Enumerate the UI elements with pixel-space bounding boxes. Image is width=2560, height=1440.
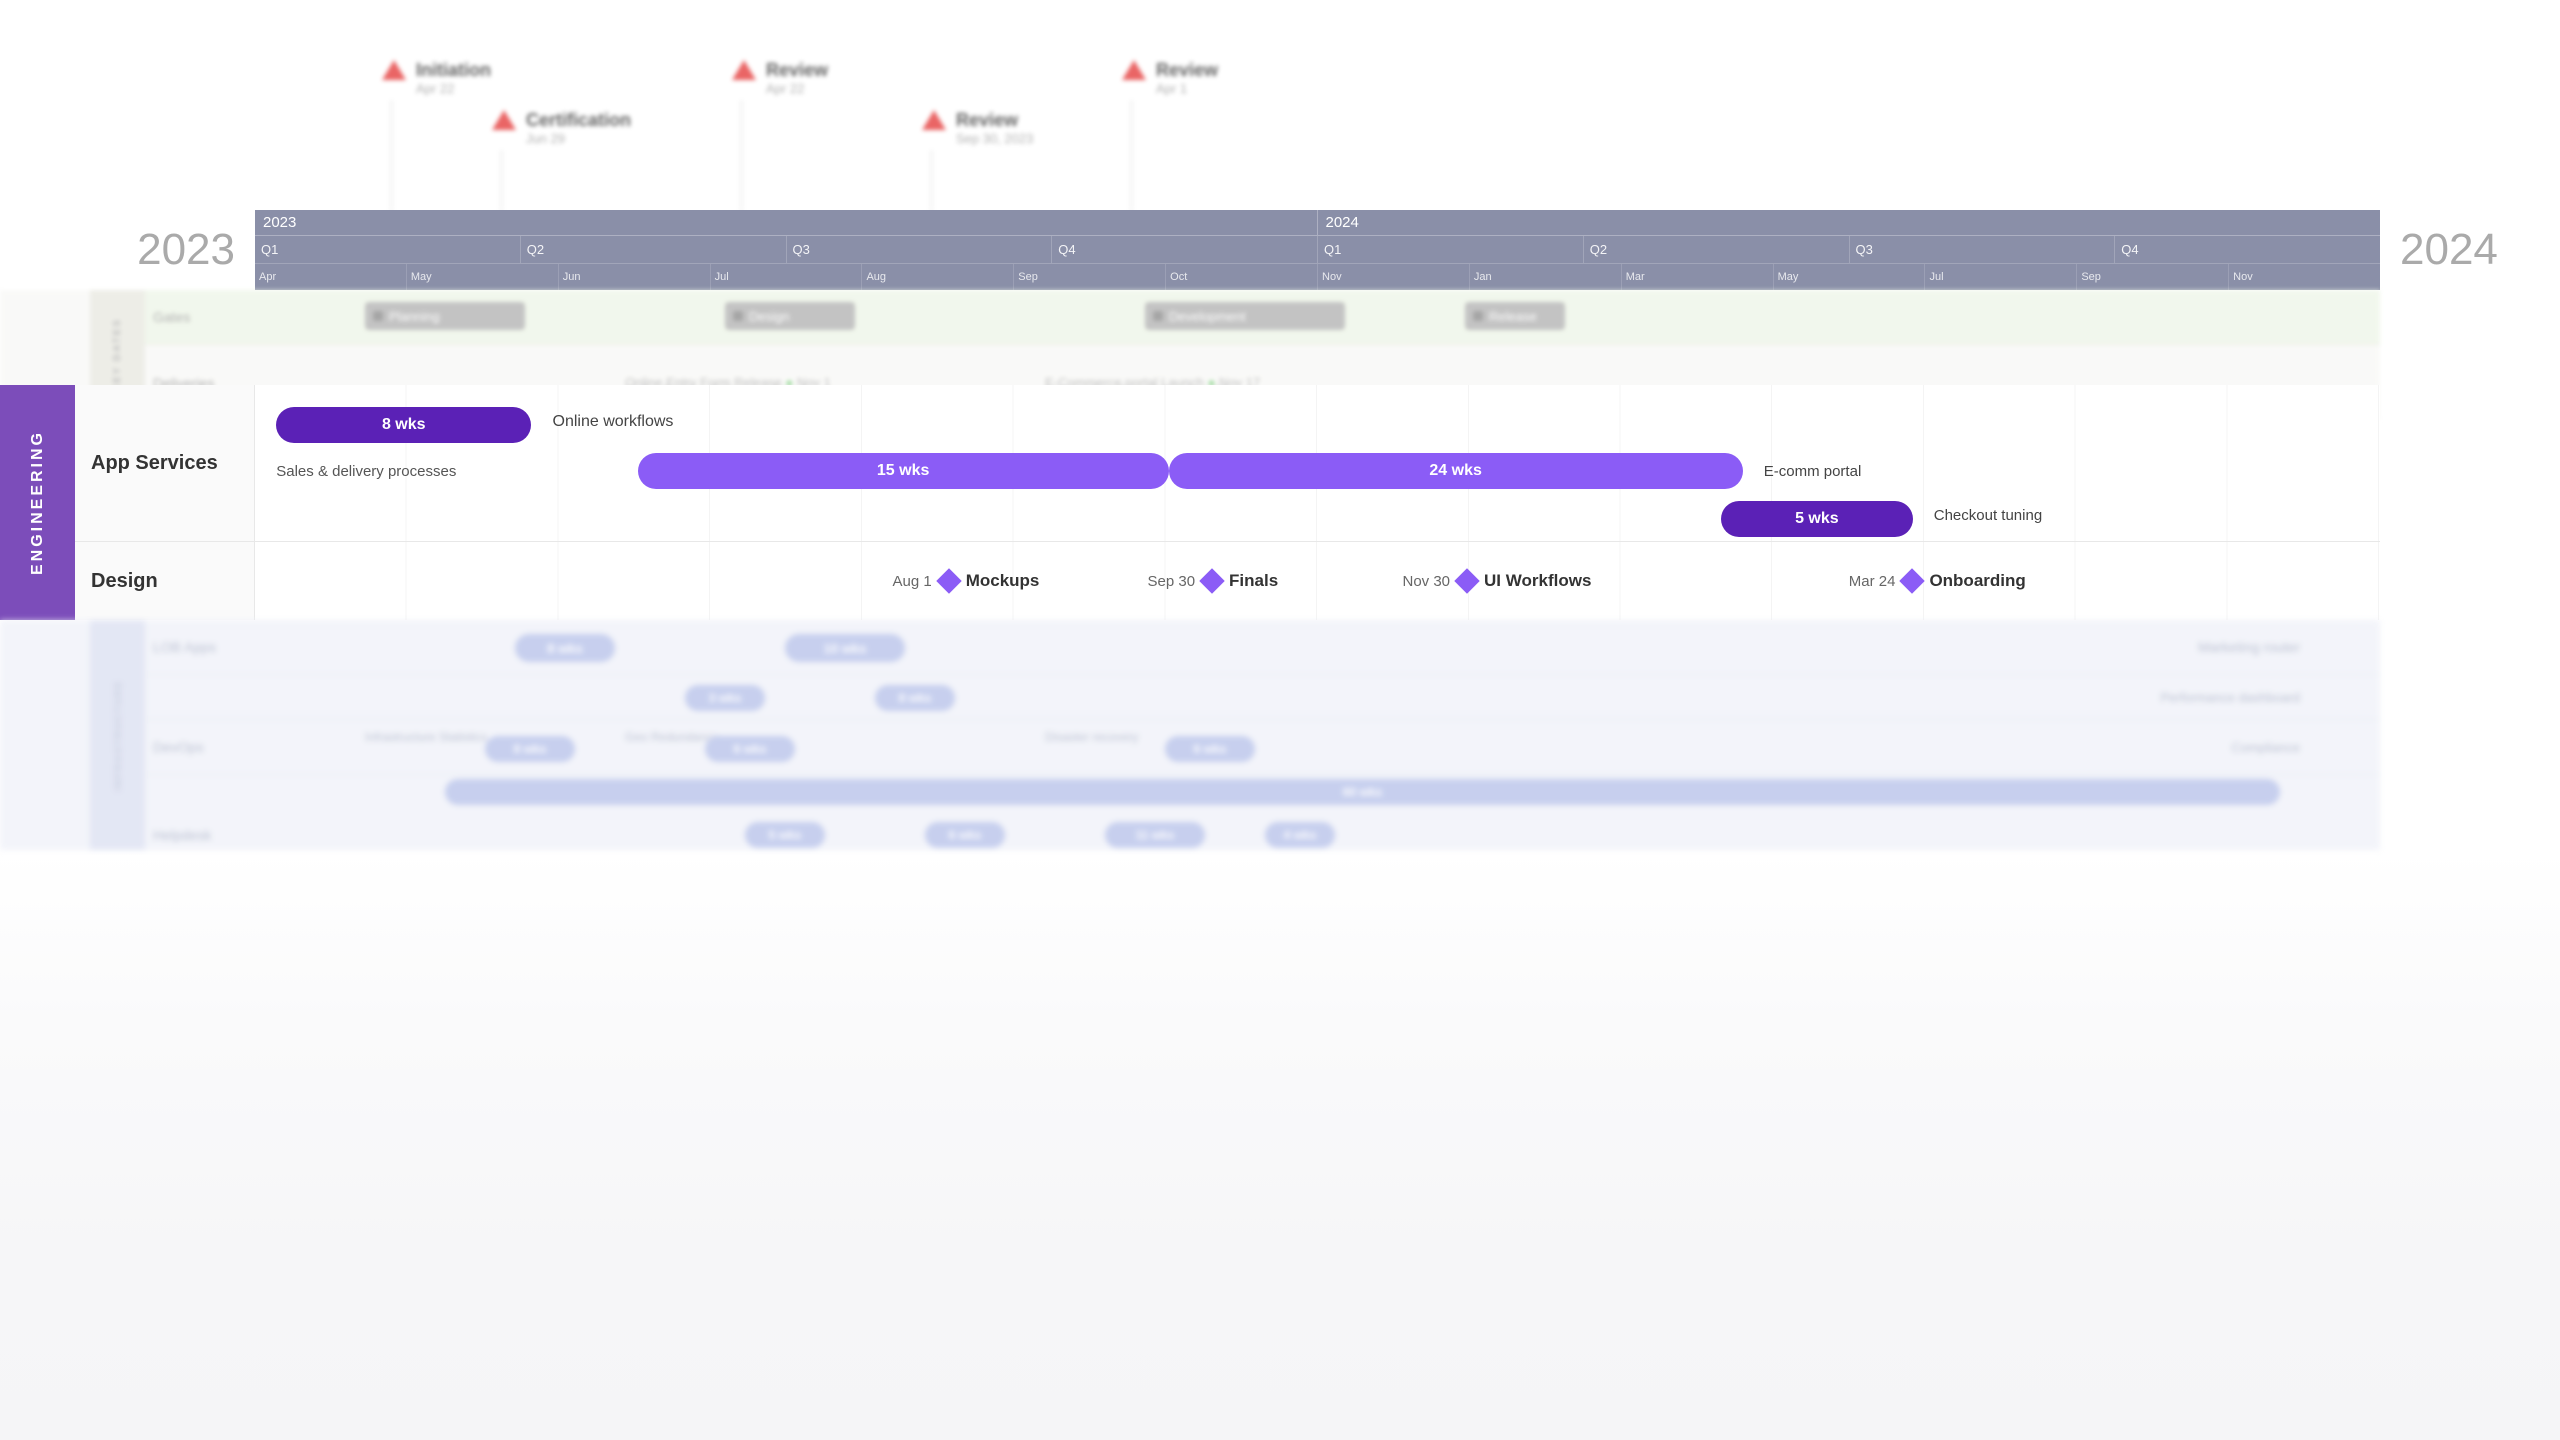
milestone-mockups: Aug 1 Mockups bbox=[893, 571, 1040, 591]
timeline-header: 2023 2024 Q1 Q2 Q3 Q4 Q1 Q2 Q3 Q4 Apr Ma… bbox=[255, 210, 2380, 290]
design-row: Design Aug 1 Mockups Sep 30 F bbox=[75, 542, 2380, 620]
milestone-finals: Sep 30 Finals bbox=[1148, 571, 1279, 591]
milestone-initiation: Initiation Apr 22 bbox=[380, 60, 491, 220]
bar-15wks: 15 wks bbox=[638, 453, 1169, 489]
bar-24wks: 24 wks bbox=[1169, 453, 1743, 489]
bar-5wks: 5 wks bbox=[1721, 501, 1912, 537]
milestone-review-1: Review Apr 22 bbox=[730, 60, 828, 220]
milestone-onboarding: Mar 24 Onboarding bbox=[1849, 571, 2026, 591]
engineering-label-bar: ENGINEERING bbox=[0, 385, 75, 620]
ecomm-label: E-comm portal bbox=[1764, 463, 1862, 480]
gantt-container: Initiation Apr 22 Certification Jun 29 bbox=[0, 0, 2560, 1440]
engineering-rows: App Services 8 wks Online workflows bbox=[75, 385, 2380, 620]
milestone-review-3: Review Apr 1 bbox=[1120, 60, 1218, 220]
infrastructure-section: INFRASTRUCTURE LOB Apps 8 wks 10 wks Mar… bbox=[0, 620, 2380, 850]
design-label: Design bbox=[75, 542, 255, 620]
app-services-label: App Services bbox=[75, 385, 255, 541]
year-right: 2024 bbox=[2380, 210, 2560, 290]
milestone-ui-workflows: Nov 30 UI Workflows bbox=[1403, 571, 1592, 591]
bar-8wks-label: Online workflows bbox=[553, 413, 674, 431]
year-left: 2023 bbox=[0, 210, 255, 290]
top-milestone-area: Initiation Apr 22 Certification Jun 29 bbox=[0, 0, 2560, 210]
app-services-bars: 8 wks Online workflows Sales & delivery … bbox=[255, 385, 2380, 541]
design-bars: Aug 1 Mockups Sep 30 Finals Nov 30 bbox=[255, 542, 2380, 620]
bar-8wks: 8 wks bbox=[276, 407, 531, 443]
sales-delivery-label: Sales & delivery processes bbox=[276, 463, 456, 480]
app-services-row: App Services 8 wks Online workflows bbox=[75, 385, 2380, 542]
engineering-section: ENGINEERING App Services 8 wks bbox=[0, 385, 2380, 620]
bottom-fade bbox=[0, 850, 2560, 1440]
checkout-tuning-label: Checkout tuning bbox=[1934, 507, 2042, 524]
